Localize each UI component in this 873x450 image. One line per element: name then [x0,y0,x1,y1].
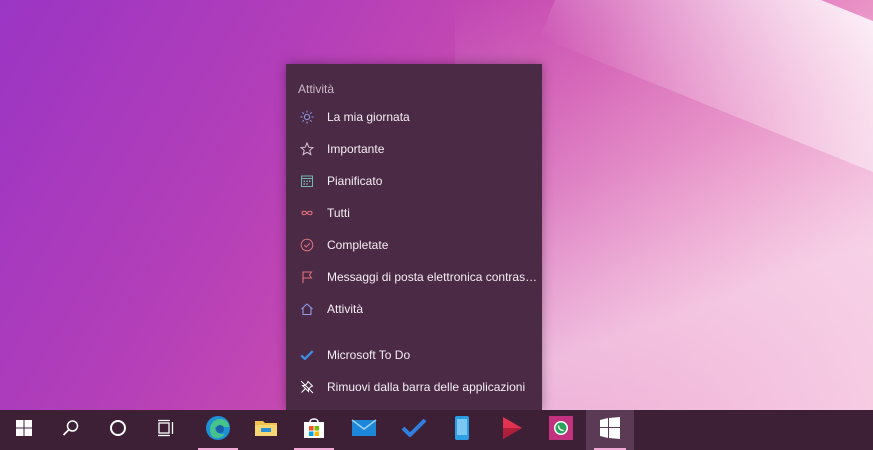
jump-item-planned[interactable]: Pianificato [286,166,542,196]
unpin-icon [300,380,314,394]
whatsapp-icon [549,415,573,445]
edge-button[interactable] [194,410,242,450]
taskbar [0,410,873,450]
window-snap-icon [599,416,621,444]
flag-icon [300,270,314,284]
todo-check-icon [300,348,314,362]
jump-item-unpin[interactable]: Rimuovi dalla barra delle applicazioni [286,372,542,402]
todo-check-icon [400,417,428,444]
whatsapp-button[interactable] [537,410,585,450]
jump-item-label: La mia giornata [327,110,410,124]
calendar-icon [300,174,314,188]
store-bag-icon [302,416,326,445]
task-view-button[interactable] [142,410,190,450]
snap-button[interactable] [586,410,634,450]
jump-item-label: Messaggi di posta elettronica contrass..… [327,270,541,284]
jump-item-label: Attività [327,302,364,316]
check-circle-icon [300,238,314,252]
jump-item-all[interactable]: Tutti [286,198,542,228]
infinity-icon [300,206,314,220]
jump-item-label: Pianificato [327,174,383,188]
jump-item-app-microsoft-todo[interactable]: Microsoft To Do [286,340,542,370]
phone-icon [454,415,470,446]
file-explorer-button[interactable] [242,410,290,450]
sun-icon [300,110,314,124]
store-button[interactable] [290,410,338,450]
jump-list-header: Attività [298,82,335,96]
mail-icon [351,418,377,443]
jump-item-tasks[interactable]: Attività [286,294,542,324]
task-view-icon [157,419,175,442]
cortana-button[interactable] [94,410,142,450]
mail-button[interactable] [340,410,388,450]
jump-item-important[interactable]: Importante [286,134,542,164]
jump-list: Attività La mia giornata Importante Pian… [286,64,542,410]
play-icon [501,416,523,445]
todo-button[interactable] [390,410,438,450]
jump-item-label: Importante [327,142,385,156]
jump-item-label: Microsoft To Do [327,348,411,362]
jump-item-completed[interactable]: Completate [286,230,542,260]
jump-item-flagged-email[interactable]: Messaggi di posta elettronica contrass..… [286,262,542,292]
media-button[interactable] [488,410,536,450]
jump-item-label: Rimuovi dalla barra delle applicazioni [327,380,526,394]
folder-icon [254,418,278,443]
cortana-circle-icon [109,419,127,442]
edge-icon [205,415,231,446]
phone-button[interactable] [438,410,486,450]
search-icon [62,419,80,442]
home-icon [300,302,314,316]
search-button[interactable] [47,410,95,450]
jump-item-label: Completate [327,238,389,252]
jump-item-my-day[interactable]: La mia giornata [286,102,542,132]
windows-logo-icon [16,419,32,441]
start-button[interactable] [0,410,48,450]
jump-item-label: Tutti [327,206,350,220]
star-icon [300,142,314,156]
